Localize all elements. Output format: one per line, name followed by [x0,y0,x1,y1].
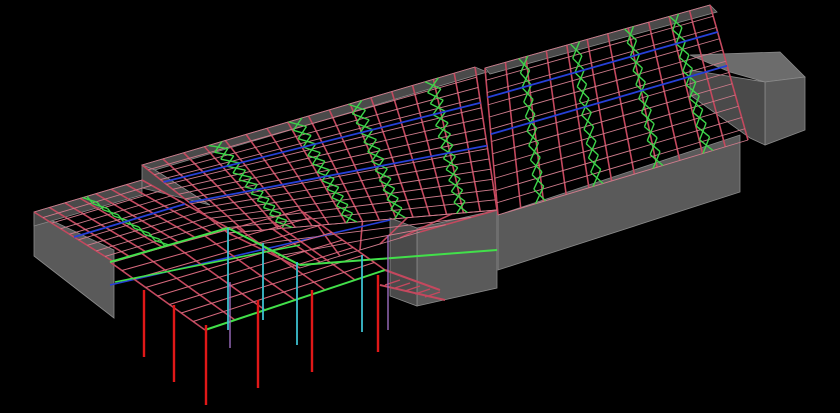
brace-diagonal [378,168,388,181]
brace-diagonal [698,122,707,141]
brace-diagonal [583,112,592,130]
green-beam [204,269,386,331]
east-hall-front-wall [497,134,741,271]
brace-diagonal [695,109,704,127]
left-wing-roof-purlin [42,184,152,218]
brace-diagonal [340,204,349,215]
brace-diagonal [355,109,367,124]
left-wing-roof-purlin [104,222,219,257]
brace-diagonal [682,54,690,72]
east-hall-roof-purlin [488,38,720,106]
east-hall-back-wall [484,4,718,75]
main-hall-roof-purlin [154,86,479,176]
mezzanine-joist [192,262,375,322]
brace-diagonal [587,140,597,159]
cad-viewport[interactable] [0,0,840,413]
left-wing-roof-purlin [96,216,210,252]
steel-columns [142,228,389,405]
brace-diagonal [678,40,687,58]
brace-diagonal [390,197,399,210]
mid-link-roof-truss [227,232,301,269]
brace-diagonal [312,152,321,165]
structural-3d-model [33,4,806,405]
mezzanine-joist [169,247,354,305]
brace-diagonal [675,27,683,45]
left-wing-roof-purlin [78,206,190,241]
annex-front-wall [764,76,806,146]
mezzanine-joist [145,232,333,288]
brace-diagonal [578,83,588,102]
main-hall-roof-purlin [148,76,477,171]
brace-diagonal [367,139,377,153]
brace-diagonal [585,126,595,145]
brace-diagonal [326,178,335,190]
brace-diagonal [590,154,599,173]
